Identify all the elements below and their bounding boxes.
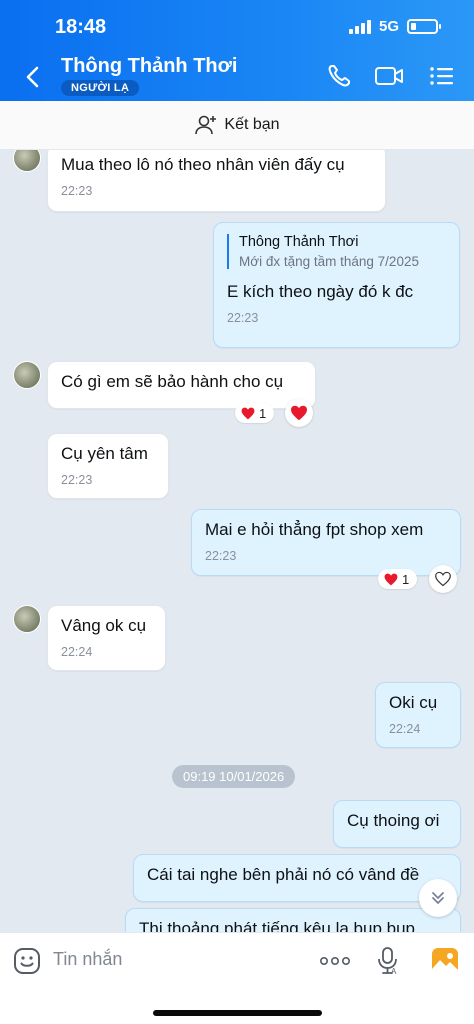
add-friend-label: Kết bạn bbox=[224, 116, 280, 133]
video-call-icon[interactable] bbox=[374, 62, 404, 90]
message-time: 22:23 bbox=[61, 184, 93, 198]
date-separator: 09:19 10/01/2026 bbox=[172, 765, 296, 788]
mic-icon[interactable]: A bbox=[376, 946, 400, 976]
status-indicators: 5G bbox=[348, 18, 441, 35]
message-bubble[interactable]: Oki cụ 22:24 bbox=[375, 682, 461, 748]
double-chevron-down-icon bbox=[432, 892, 444, 904]
scroll-to-bottom-button[interactable] bbox=[419, 879, 457, 917]
phone-icon[interactable] bbox=[325, 62, 355, 90]
image-icon[interactable] bbox=[431, 947, 459, 975]
reaction-button[interactable] bbox=[285, 399, 313, 427]
reaction-button[interactable] bbox=[429, 565, 457, 593]
status-time: 18:48 bbox=[55, 16, 107, 38]
message-time: 22:23 bbox=[205, 549, 237, 563]
message-list[interactable]: Mua theo lô nó theo nhân viên đấy cụ 22:… bbox=[0, 150, 474, 932]
message-bubble[interactable]: Cụ yên tâm 22:23 bbox=[47, 433, 169, 499]
message-bubble[interactable]: Thi thoảng phát tiếng kêu lạ bụp bụp bbox=[125, 908, 461, 932]
message-text: Oki cụ bbox=[389, 693, 438, 712]
reaction-count-value: 1 bbox=[402, 571, 410, 587]
message-text: Thi thoảng phát tiếng kêu lạ bụp bụp bbox=[139, 919, 415, 932]
avatar[interactable] bbox=[13, 150, 41, 172]
message-time: 22:24 bbox=[61, 645, 93, 659]
heart-icon bbox=[291, 405, 307, 421]
message-text: E kích theo ngày đó k đc bbox=[227, 282, 414, 301]
emoji-icon[interactable] bbox=[13, 947, 41, 975]
message-text: Cụ thoing ơi bbox=[347, 811, 440, 830]
battery-icon bbox=[407, 19, 441, 34]
avatar[interactable] bbox=[13, 605, 41, 633]
message-bubble[interactable]: Mua theo lô nó theo nhân viên đấy cụ 22:… bbox=[47, 150, 386, 212]
reaction-count[interactable]: 1 bbox=[378, 569, 418, 589]
message-time: 22:23 bbox=[61, 473, 93, 487]
heart-icon bbox=[384, 573, 398, 585]
add-friend-button[interactable]: Kết bạn bbox=[0, 101, 474, 150]
message-bubble[interactable]: Mai e hỏi thẳng fpt shop xem 22:23 bbox=[191, 509, 461, 576]
signal-icon bbox=[348, 19, 371, 34]
message-bubble[interactable]: Có gì em sẽ bảo hành cho cụ bbox=[47, 361, 316, 409]
more-icon[interactable] bbox=[319, 951, 351, 971]
home-indicator bbox=[153, 1010, 322, 1016]
quote-text: Mới đx tặng tầm tháng 7/2025 bbox=[239, 254, 419, 269]
heart-icon bbox=[241, 407, 255, 419]
quoted-message[interactable]: Thông Thảnh Thơi Mới đx tặng tầm tháng 7… bbox=[227, 234, 447, 269]
message-bubble[interactable]: Cái tai nghe bên phải nó có vând đề bbox=[133, 854, 461, 902]
menu-icon[interactable] bbox=[428, 62, 458, 90]
reaction-count-value: 1 bbox=[259, 405, 267, 421]
message-text: Mai e hỏi thẳng fpt shop xem bbox=[205, 520, 424, 539]
quote-author: Thông Thảnh Thơi bbox=[239, 234, 359, 250]
contact-name[interactable]: Thông Thảnh Thơi bbox=[61, 55, 237, 78]
message-time: 22:23 bbox=[227, 311, 259, 325]
svg-text:A: A bbox=[391, 967, 397, 976]
message-text: Vâng ok cụ bbox=[61, 616, 147, 635]
message-composer: Tin nhắn A bbox=[0, 932, 474, 1024]
message-bubble[interactable]: Cụ thoing ơi bbox=[333, 800, 461, 848]
network-type: 5G bbox=[378, 18, 399, 35]
message-text: Cái tai nghe bên phải nó có vând đề bbox=[147, 865, 420, 884]
message-bubble[interactable]: Vâng ok cụ 22:24 bbox=[47, 605, 166, 671]
message-text: Mua theo lô nó theo nhân viên đấy cụ bbox=[61, 155, 345, 174]
message-input[interactable]: Tin nhắn bbox=[53, 949, 122, 970]
reaction-count[interactable]: 1 bbox=[235, 403, 275, 423]
message-time: 22:24 bbox=[389, 722, 421, 736]
avatar[interactable] bbox=[13, 361, 41, 389]
heart-outline-icon bbox=[435, 571, 451, 587]
back-icon[interactable] bbox=[18, 62, 48, 92]
chat-header: 18:48 5G Thông Thảnh Thơi NGƯỜI LẠ bbox=[0, 0, 474, 101]
stranger-badge: NGƯỜI LẠ bbox=[61, 80, 140, 96]
add-friend-icon bbox=[195, 115, 217, 135]
message-text: Có gì em sẽ bảo hành cho cụ bbox=[61, 372, 284, 391]
message-text: Cụ yên tâm bbox=[61, 444, 148, 463]
message-bubble[interactable]: Thông Thảnh Thơi Mới đx tặng tầm tháng 7… bbox=[213, 222, 460, 348]
